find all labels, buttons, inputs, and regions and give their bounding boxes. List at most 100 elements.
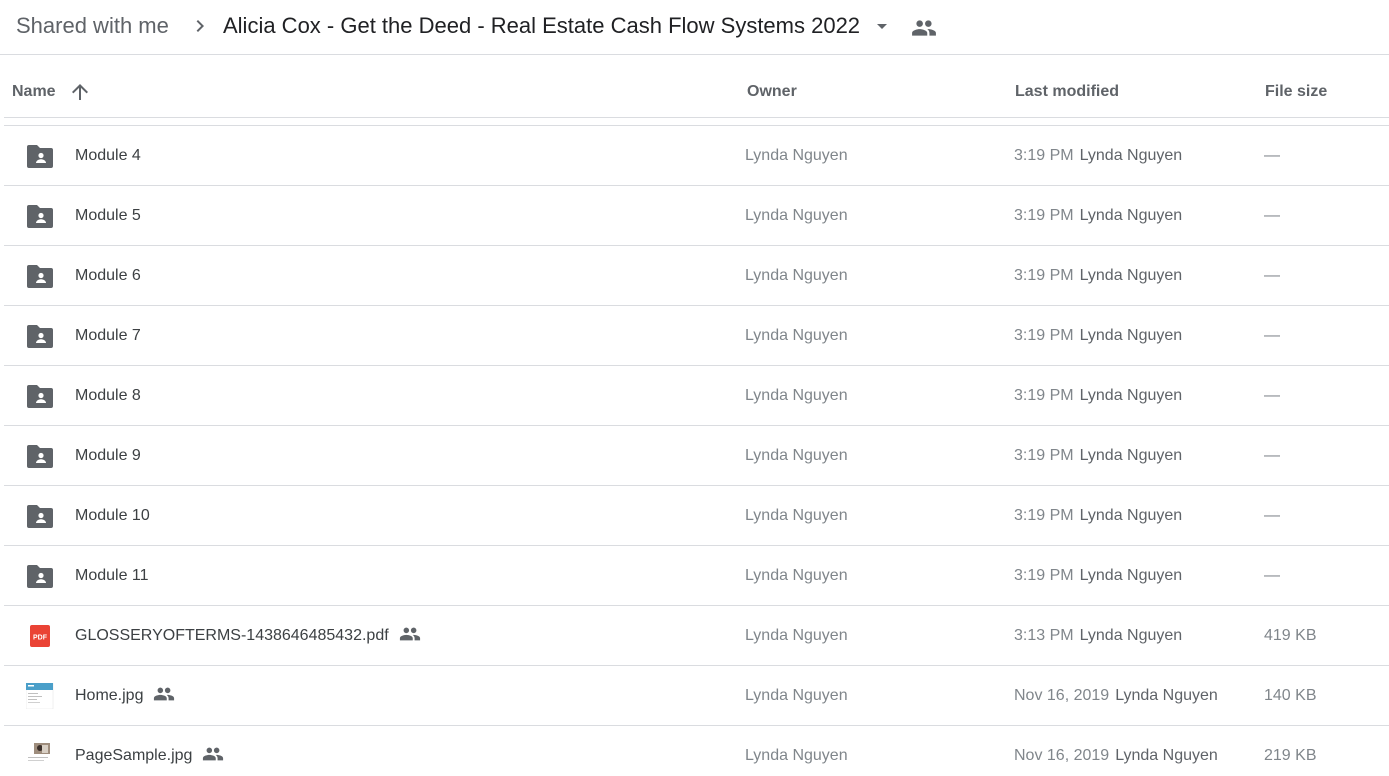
file-size: 419 KB [1264,627,1317,644]
modified-by: Lynda Nguyen [1079,327,1183,344]
modified-time: 3:19 PM [1014,447,1074,464]
file-name-text: Module 5 [75,207,141,224]
file-row[interactable]: Module 6 Lynda Nguyen 3:19 PM Lynda Nguyen — [4,246,1389,306]
breadcrumb-shared-with-me[interactable]: Shared with me [16,12,169,40]
file-name-text: Module 4 [75,147,141,164]
file-name[interactable]: Module 7 [75,326,141,346]
people-icon[interactable] [911,15,937,41]
file-last-modified: Nov 16, 2019 Lynda Nguyen [1014,686,1218,706]
file-name-text: Module 11 [75,567,149,584]
file-name[interactable]: Module 10 [75,506,150,526]
file-name-text: Module 8 [75,387,141,404]
file-row[interactable]: Module 9 Lynda Nguyen 3:19 PM Lynda Nguyen — [4,426,1389,486]
file-row[interactable]: Module 4 Lynda Nguyen 3:19 PM Lynda Nguyen — [4,126,1389,186]
file-name[interactable]: Module 8 [75,386,141,406]
shared-folder-icon [26,383,54,409]
chevron-right-icon [196,20,204,32]
file-name[interactable]: Module 5 [75,206,141,226]
breadcrumb-current-folder[interactable]: Alicia Cox - Get the Deed - Real Estate … [223,12,860,40]
breadcrumb: Shared with me Alicia Cox - Get the Deed… [0,0,1389,55]
modified-time: 3:19 PM [1014,267,1074,284]
modified-time: 3:19 PM [1014,387,1074,404]
modified-by: Lynda Nguyen [1079,567,1183,584]
modified-by: Lynda Nguyen [1079,147,1183,164]
file-owner: Lynda Nguyen [745,507,848,524]
file-row[interactable]: PageSample.jpg Lynda Nguyen Nov 16, 2019 Ly… [4,726,1389,776]
modified-time: 3:19 PM [1014,207,1074,224]
arrow-drop-down-icon[interactable] [870,14,894,38]
modified-by: Lynda Nguyen [1079,507,1183,524]
file-size: — [1264,507,1280,524]
drive-file-list-page: Shared with me Alicia Cox - Get the Deed… [0,0,1389,776]
file-row[interactable]: Module 7 Lynda Nguyen 3:19 PM Lynda Nguyen — [4,306,1389,366]
image-thumbnail-icon [25,682,54,710]
file-owner: Lynda Nguyen [745,207,848,224]
file-name[interactable]: GLOSSERYOFTERMS-1438646485432.pdf [75,626,421,646]
modified-by: Lynda Nguyen [1079,207,1183,224]
modified-by: Lynda Nguyen [1079,267,1183,284]
file-name-text: Module 7 [75,327,141,344]
file-last-modified: 3:19 PM Lynda Nguyen [1014,506,1182,526]
modified-by: Lynda Nguyen [1079,627,1183,644]
file-owner: Lynda Nguyen [745,447,848,464]
shared-folder-icon [26,263,54,289]
column-header-owner[interactable]: Owner [747,82,797,102]
file-row[interactable]: Module 5 Lynda Nguyen 3:19 PM Lynda Nguyen — [4,186,1389,246]
file-name[interactable]: Module 4 [75,146,141,166]
file-name-text: Module 10 [75,507,150,524]
column-header-name[interactable]: Name [12,82,56,102]
people-icon [153,683,175,705]
file-size: — [1264,387,1280,404]
file-name[interactable]: Module 6 [75,266,141,286]
file-owner: Lynda Nguyen [745,627,848,644]
file-name-text: GLOSSERYOFTERMS-1438646485432.pdf [75,627,389,644]
file-row[interactable]: Module 8 Lynda Nguyen 3:19 PM Lynda Nguyen — [4,366,1389,426]
people-icon [399,623,421,645]
arrow-upward-icon[interactable] [68,80,92,104]
shared-folder-icon [26,503,54,529]
file-size: — [1264,447,1280,464]
file-name[interactable]: Home.jpg [75,686,175,706]
shared-folder-icon [26,563,54,589]
file-owner: Lynda Nguyen [745,567,848,584]
modified-time: 3:19 PM [1014,567,1074,584]
file-row[interactable]: PDF GLOSSERYOFTERMS-1438646485432.pdf Lynd… [4,606,1389,666]
file-row[interactable]: Module 11 Lynda Nguyen 3:19 PM Lynda Nguyen… [4,546,1389,606]
file-name-text: Module 9 [75,447,141,464]
modified-time: 3:19 PM [1014,327,1074,344]
file-size: 219 KB [1264,747,1317,764]
modified-time: 3:13 PM [1014,627,1074,644]
file-owner: Lynda Nguyen [745,327,848,344]
modified-by: Lynda Nguyen [1115,747,1218,764]
file-size: — [1264,567,1280,584]
file-list: Module 4 Lynda Nguyen 3:19 PM Lynda Nguyen —… [4,125,1389,776]
file-row[interactable]: Home.jpg Lynda Nguyen Nov 16, 2019 Lynda Ng… [4,666,1389,726]
file-last-modified: 3:19 PM Lynda Nguyen [1014,386,1182,406]
file-name[interactable]: PageSample.jpg [75,746,224,766]
file-last-modified: 3:19 PM Lynda Nguyen [1014,266,1182,286]
modified-by: Lynda Nguyen [1079,387,1183,404]
people-icon [202,743,224,765]
column-header-row: Name Owner Last modified File size [4,56,1389,118]
file-size: — [1264,207,1280,224]
file-owner: Lynda Nguyen [745,147,848,164]
modified-time: 3:19 PM [1014,507,1074,524]
file-name[interactable]: Module 11 [75,566,149,586]
file-owner: Lynda Nguyen [745,687,848,704]
file-owner: Lynda Nguyen [745,267,848,284]
file-size: — [1264,327,1280,344]
file-name[interactable]: Module 9 [75,446,141,466]
svg-text:PDF: PDF [33,635,48,642]
column-header-file-size[interactable]: File size [1265,82,1327,102]
file-last-modified: 3:19 PM Lynda Nguyen [1014,326,1182,346]
image-thumbnail-icon [26,743,54,769]
column-header-last-modified[interactable]: Last modified [1015,82,1119,102]
file-last-modified: 3:13 PM Lynda Nguyen [1014,626,1182,646]
file-last-modified: 3:19 PM Lynda Nguyen [1014,446,1182,466]
shared-folder-icon [26,143,54,169]
file-owner: Lynda Nguyen [745,387,848,404]
file-size: 140 KB [1264,687,1317,704]
shared-folder-icon [26,203,54,229]
file-last-modified: 3:19 PM Lynda Nguyen [1014,146,1182,166]
file-row[interactable]: Module 10 Lynda Nguyen 3:19 PM Lynda Nguyen… [4,486,1389,546]
